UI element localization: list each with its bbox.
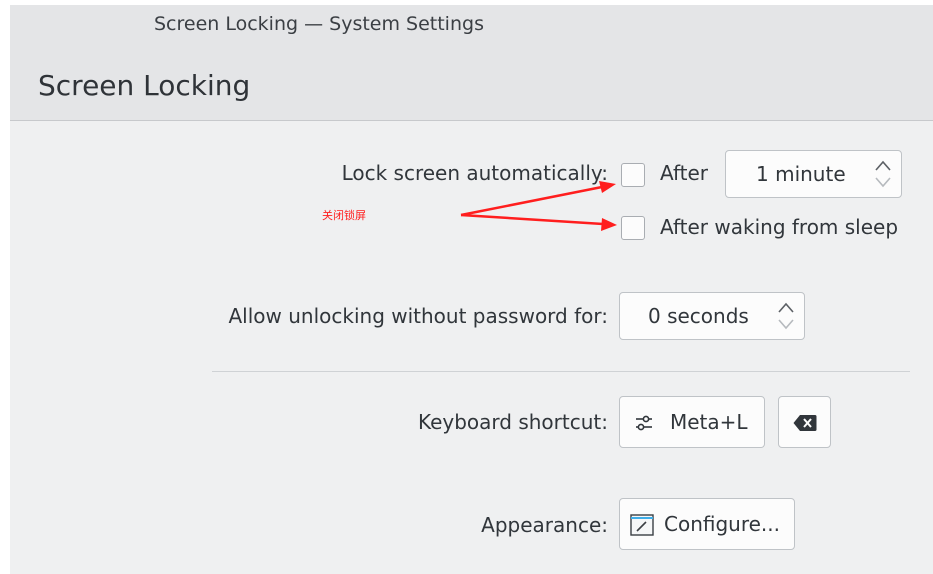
lock-after-waking-label[interactable]: After waking from sleep — [660, 215, 898, 239]
keyboard-shortcut-value: Meta+L — [670, 410, 748, 434]
lock-automatically-label: Lock screen automatically: — [341, 161, 608, 185]
spin-arrows-icon[interactable] — [776, 299, 796, 333]
section-separator — [212, 371, 910, 372]
configure-icon — [630, 514, 654, 536]
annotation-text: 关闭锁屏 — [322, 209, 366, 222]
unlock-without-password-spinbox[interactable]: 0 seconds — [619, 292, 805, 340]
title-bar[interactable]: Screen Locking — System Settings — [10, 5, 933, 49]
keyboard-shortcut-label: Keyboard shortcut: — [417, 410, 608, 434]
configure-shortcut-icon — [636, 415, 652, 431]
keyboard-shortcut-button[interactable]: Meta+L — [619, 396, 765, 448]
lock-after-waking-checkbox[interactable] — [621, 216, 645, 240]
annotation-arrow-to-after-checkbox — [460, 185, 603, 217]
lock-after-label[interactable]: After — [660, 161, 708, 185]
appearance-label: Appearance: — [481, 513, 608, 537]
appearance-configure-label: Configure... — [664, 512, 781, 536]
page-header: Screen Locking — [10, 49, 933, 121]
app: Screen Locking — System Settings Screen … — [0, 0, 933, 574]
annotation-arrow-to-waking-checkbox — [460, 213, 604, 226]
settings-window: Screen Locking — System Settings Screen … — [10, 5, 933, 574]
appearance-configure-button[interactable]: Configure... — [619, 498, 795, 550]
clear-shortcut-button[interactable] — [778, 396, 831, 448]
spin-arrows-icon[interactable] — [873, 157, 893, 191]
clear-backspace-icon — [793, 415, 817, 431]
unlock-without-password-label: Allow unlocking without password for: — [228, 304, 609, 328]
settings-content: Lock screen automatically: After 1 minut… — [10, 121, 933, 574]
annotation-arrowhead-waking — [601, 218, 617, 231]
lock-after-duration-value: 1 minute — [756, 162, 846, 186]
lock-after-checkbox[interactable] — [621, 163, 645, 187]
lock-after-duration-spinbox[interactable]: 1 minute — [725, 150, 902, 198]
window-title: Screen Locking — System Settings — [154, 13, 484, 35]
unlock-without-password-value: 0 seconds — [648, 304, 749, 328]
page-title: Screen Locking — [38, 69, 251, 102]
